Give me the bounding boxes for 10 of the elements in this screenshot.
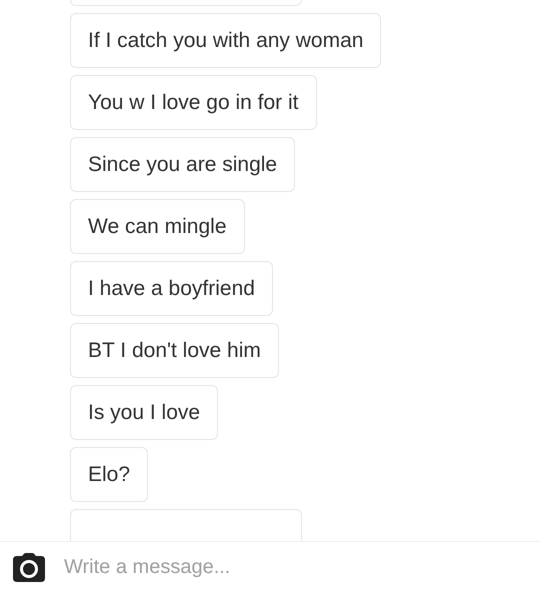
message-bubble: If I catch you with any woman	[70, 13, 382, 68]
message-bubble: I have a boyfriend	[70, 261, 273, 316]
message-bubble: We can mingle	[70, 199, 245, 254]
message-bubble: Is you I love	[70, 385, 218, 440]
camera-icon[interactable]	[13, 552, 45, 582]
message-bubble: Since you are single	[70, 137, 296, 192]
message-bubble: BT I don't love him	[70, 323, 279, 378]
message-bubble: You w I love go in for it	[70, 75, 317, 130]
message-input[interactable]: Write a message...	[64, 552, 540, 582]
message-bubble: Elo?	[70, 447, 148, 502]
